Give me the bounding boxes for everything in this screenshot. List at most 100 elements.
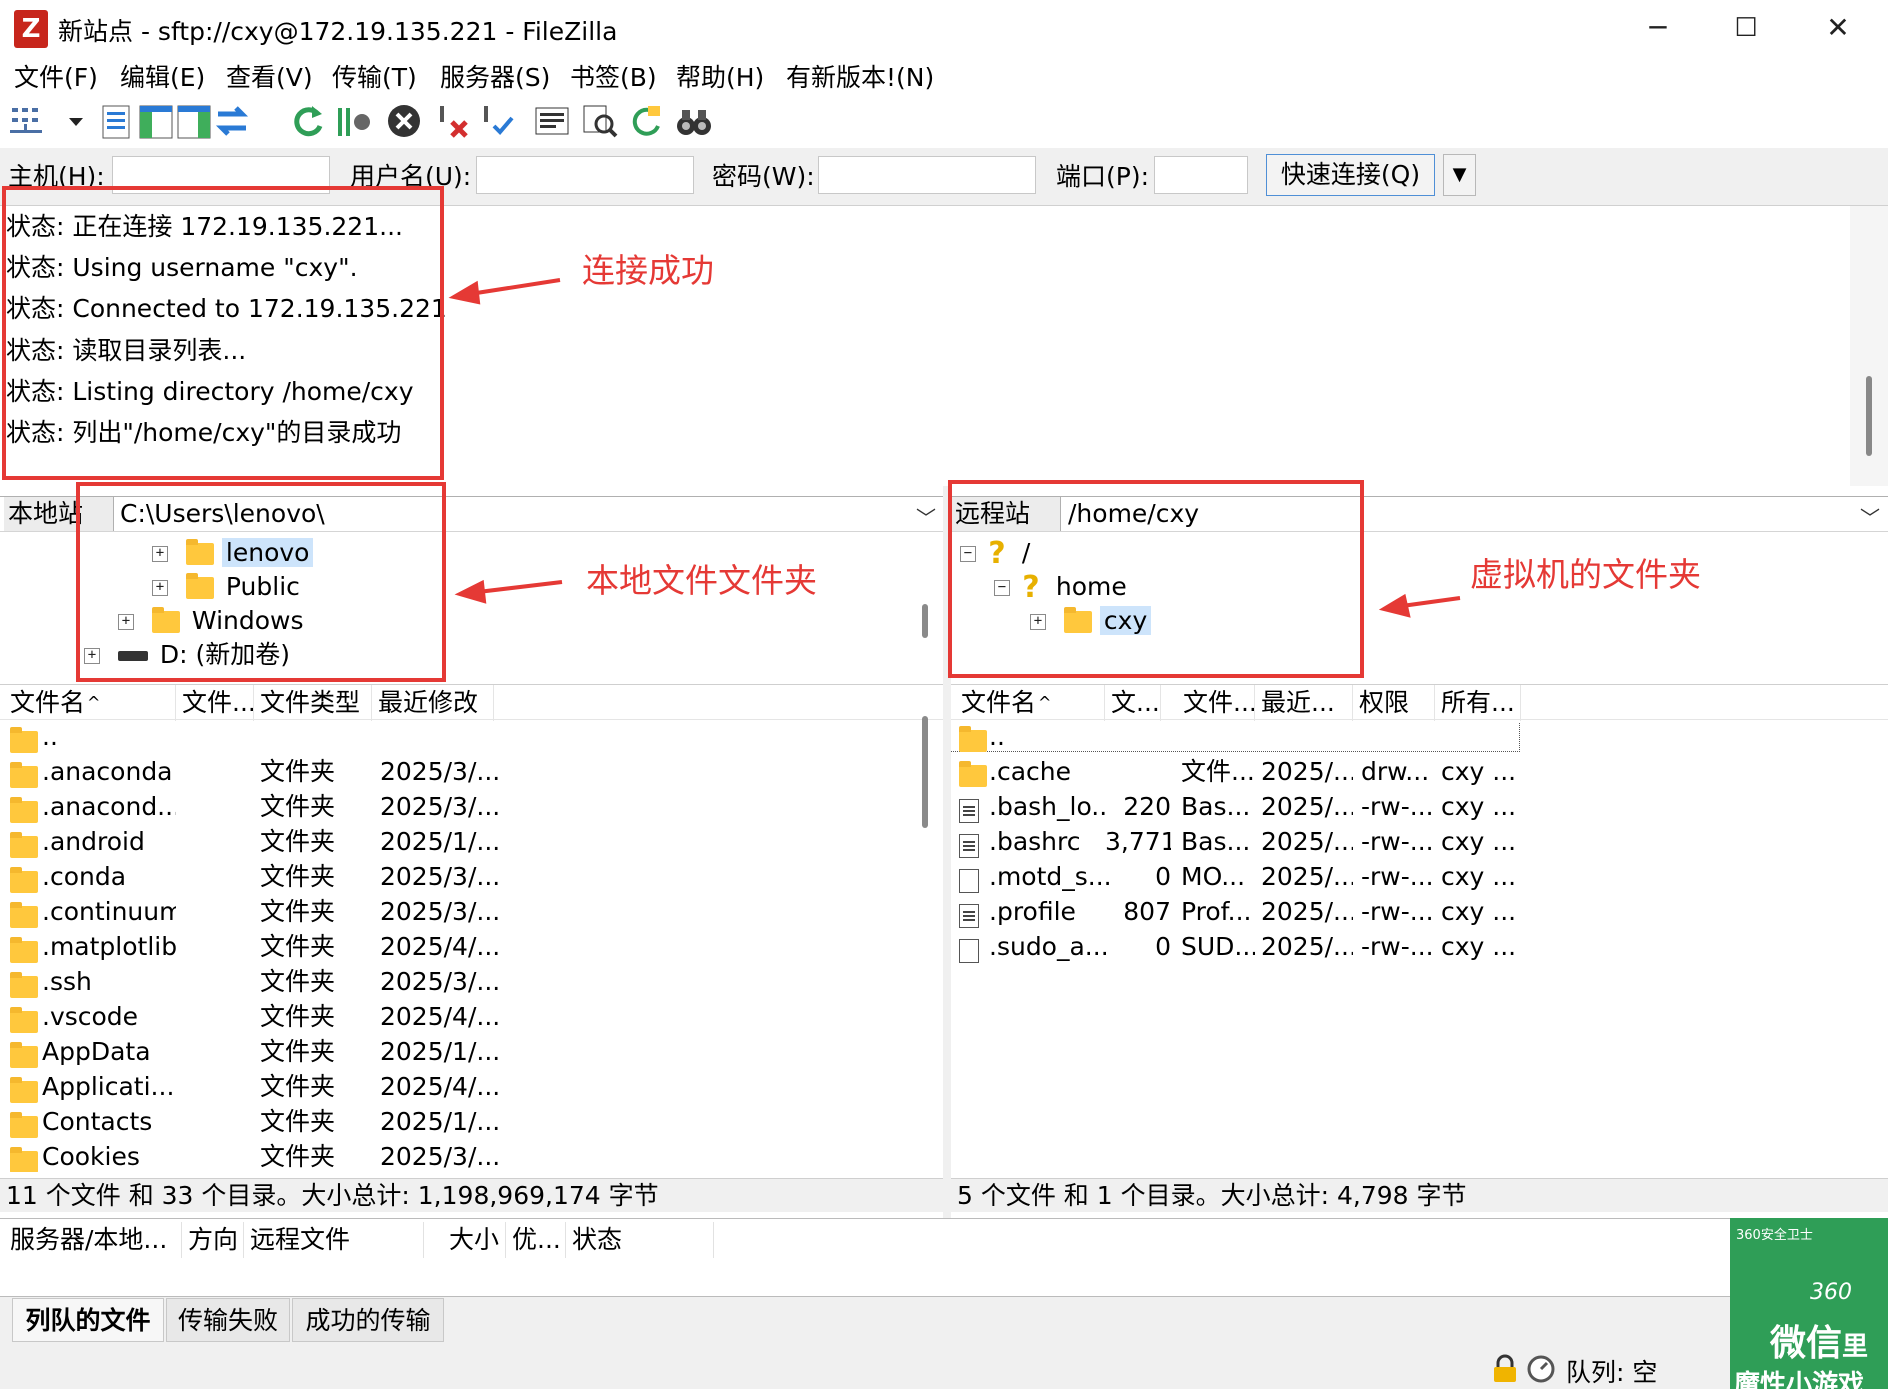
quickconnect-button[interactable]: 快速连接(Q)	[1266, 154, 1435, 196]
folder-icon	[10, 1042, 38, 1068]
remote-list-header: 文件名 ^ 文... 文件... 最近... 权限 所有...	[951, 684, 1888, 721]
table-row[interactable]: ..	[951, 722, 1520, 752]
table-row[interactable]: ..	[0, 722, 920, 753]
queue-column-server[interactable]: 服务器/本地...	[4, 1222, 182, 1258]
remote-status: 5 个文件 和 1 个目录。大小总计: 4,798 字节	[951, 1178, 1888, 1212]
dropdown-arrow-icon[interactable]	[56, 100, 83, 142]
file-owner: cxy ...	[1441, 827, 1517, 856]
maximize-button[interactable]: ☐	[1726, 8, 1766, 48]
password-input[interactable]	[818, 156, 1036, 194]
file-modified: 2025/3/...	[380, 862, 500, 891]
file-type: 文件夹	[260, 967, 336, 996]
directory-comparison-icon[interactable]	[532, 100, 572, 142]
column-header-owner[interactable]: 所有...	[1435, 685, 1521, 721]
ad-logo-text: 360	[1810, 1280, 1852, 1305]
annotation-box-remote-tree	[948, 480, 1364, 678]
menu-help[interactable]: 帮助(H)	[676, 60, 764, 96]
menu-bookmarks[interactable]: 书签(B)	[570, 60, 657, 96]
search-remote-icon[interactable]	[674, 100, 714, 142]
speed-limit-icon[interactable]	[1526, 1354, 1556, 1384]
ad-popup[interactable]: 360安全卫士 360 微信里 魔性小游戏	[1730, 1218, 1888, 1389]
local-path-dropdown-icon[interactable]: ﹀	[916, 502, 936, 531]
toggle-message-log-icon[interactable]	[96, 100, 136, 142]
table-row[interactable]: .ssh 文件夹 2025/3/...	[0, 967, 920, 998]
menu-edit[interactable]: 编辑(E)	[120, 60, 205, 96]
table-row[interactable]: .cache 文件... 2025/... drw... cxy ...	[951, 757, 1888, 787]
table-row[interactable]: .motd_s... 0 MO... 2025/... -rw-... cxy ...	[951, 862, 1888, 893]
table-row[interactable]: .matplotlib 文件夹 2025/4/...	[0, 932, 920, 963]
filter-icon[interactable]	[580, 100, 620, 142]
minimize-button[interactable]: ─	[1638, 8, 1678, 48]
table-row[interactable]: .profile 807 Prof... 2025/... -rw-... cxy ...	[951, 897, 1888, 928]
folder-icon	[959, 761, 987, 787]
local-list-scrollbar-thumb[interactable]	[922, 716, 928, 828]
queue-column-direction[interactable]: 方向	[182, 1222, 244, 1258]
local-tree-scrollbar-thumb[interactable]	[922, 604, 928, 638]
table-row[interactable]: .continuum 文件夹 2025/3/...	[0, 897, 920, 928]
log-scrollbar-thumb[interactable]	[1866, 376, 1872, 456]
sort-ascending-icon: ^	[87, 693, 101, 712]
file-type: Prof...	[1181, 897, 1252, 926]
site-manager-icon[interactable]	[8, 100, 48, 142]
menu-file[interactable]: 文件(F)	[14, 60, 98, 96]
toggle-transfer-queue-icon[interactable]	[212, 100, 252, 142]
table-row[interactable]: .anaconda 文件夹 2025/3/...	[0, 757, 920, 788]
menu-server[interactable]: 服务器(S)	[440, 60, 550, 96]
table-row[interactable]: Contacts 文件夹 2025/1/...	[0, 1107, 920, 1138]
disconnect-icon[interactable]	[434, 100, 474, 142]
file-name: AppData	[42, 1037, 151, 1066]
table-row[interactable]: Applicati... 文件夹 2025/4/...	[0, 1072, 920, 1103]
close-button[interactable]: ✕	[1818, 8, 1858, 48]
tab-successful-transfers[interactable]: 成功的传输	[292, 1298, 444, 1342]
column-header-modified[interactable]: 最近修改	[372, 685, 494, 721]
remote-file-list[interactable]: .. .cache 文件... 2025/... drw... cxy ... .bash_…	[951, 722, 1888, 1172]
column-header-size[interactable]: 文件...	[176, 685, 254, 721]
menu-new-version[interactable]: 有新版本!(N)	[786, 60, 934, 96]
queue-column-remote-file[interactable]: 远程文件	[244, 1222, 424, 1258]
queue-column-status[interactable]: 状态	[566, 1222, 714, 1258]
column-header-type[interactable]: 文件类型	[254, 685, 372, 721]
menu-transfer[interactable]: 传输(T)	[332, 60, 417, 96]
column-header-size[interactable]: 文...	[1105, 685, 1161, 721]
tab-failed-transfers[interactable]: 传输失败	[166, 1298, 290, 1342]
queue-column-size[interactable]: 大小	[424, 1222, 506, 1258]
reconnect-icon[interactable]	[478, 100, 518, 142]
file-modified: 2025/...	[1261, 792, 1353, 821]
toggle-remote-tree-icon[interactable]	[174, 100, 214, 142]
username-input[interactable]	[476, 156, 694, 194]
tab-queued-files[interactable]: 列队的文件	[12, 1298, 164, 1342]
file-size: 0	[1155, 862, 1171, 891]
table-row[interactable]: .vscode 文件夹 2025/4/...	[0, 1002, 920, 1033]
local-file-list[interactable]: .. .anaconda 文件夹 2025/3/... .anacond... 文件夹 20…	[0, 722, 920, 1172]
file-modified: 2025/3/...	[380, 757, 500, 786]
port-input[interactable]	[1154, 156, 1248, 194]
process-queue-icon[interactable]	[334, 100, 374, 142]
column-header-type[interactable]: 文件...	[1177, 685, 1255, 721]
sync-browsing-icon[interactable]	[626, 100, 666, 142]
file-type: 文件夹	[260, 792, 336, 821]
refresh-icon[interactable]	[288, 100, 328, 142]
column-header-filename[interactable]: 文件名 ^	[4, 685, 176, 721]
quickconnect-dropdown-icon[interactable]: ▼	[1443, 154, 1476, 196]
menu-view[interactable]: 查看(V)	[226, 60, 313, 96]
remote-path-dropdown-icon[interactable]: ﹀	[1860, 502, 1880, 531]
file-modified: 2025/...	[1261, 897, 1353, 926]
column-header-modified[interactable]: 最近...	[1255, 685, 1353, 721]
table-row[interactable]: .conda 文件夹 2025/3/...	[0, 862, 920, 893]
file-name: .continuum	[42, 897, 176, 926]
table-row[interactable]: .bashrc 3,771 Bas... 2025/... -rw-... cxy ...	[951, 827, 1888, 858]
table-row[interactable]: .bash_lo... 220 Bas... 2025/... -rw-... cxy .…	[951, 792, 1888, 823]
toggle-local-tree-icon[interactable]	[136, 100, 176, 142]
table-row[interactable]: AppData 文件夹 2025/1/...	[0, 1037, 920, 1068]
queue-column-priority[interactable]: 优...	[506, 1222, 566, 1258]
column-header-permissions[interactable]: 权限	[1353, 685, 1435, 721]
cancel-icon[interactable]	[384, 100, 424, 142]
column-header-filename[interactable]: 文件名 ^	[955, 685, 1105, 721]
table-row[interactable]: .sudo_a... 0 SUD... 2025/... -rw-... cxy ...	[951, 932, 1888, 963]
table-row[interactable]: .android 文件夹 2025/1/...	[0, 827, 920, 858]
folder-icon	[10, 1147, 38, 1172]
table-row[interactable]: .anacond... 文件夹 2025/3/...	[0, 792, 920, 823]
table-row[interactable]: Cookies 文件夹 2025/3/...	[0, 1142, 920, 1172]
file-owner: cxy ...	[1441, 932, 1517, 961]
file-name: .bashrc	[989, 827, 1081, 856]
